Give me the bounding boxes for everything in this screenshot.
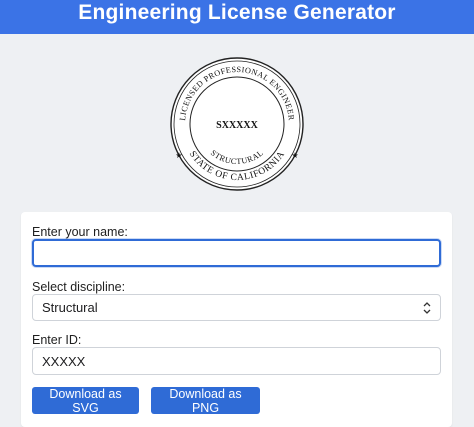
seal-id-text: SXXXXX bbox=[216, 120, 258, 131]
star-icon: ★ bbox=[175, 151, 182, 160]
name-label: Enter your name: bbox=[32, 225, 128, 239]
discipline-label: Select discipline: bbox=[32, 280, 126, 294]
license-form: Enter your name: Select discipline: Stru… bbox=[21, 212, 452, 427]
seal-graphic: LICENSED PROFESSIONAL ENGINEER STATE OF … bbox=[170, 57, 304, 191]
name-input[interactable] bbox=[32, 239, 441, 267]
id-input[interactable] bbox=[32, 347, 441, 375]
app-header: Engineering License Generator bbox=[0, 0, 474, 34]
star-icon: ★ bbox=[291, 151, 298, 160]
download-svg-button[interactable]: Download as SVG bbox=[32, 387, 139, 415]
discipline-selected-value: Structural bbox=[42, 300, 98, 315]
page-title: Engineering License Generator bbox=[78, 1, 396, 24]
discipline-select[interactable]: Structural bbox=[32, 294, 441, 321]
download-png-button[interactable]: Download as PNG bbox=[151, 387, 260, 415]
license-seal: LICENSED PROFESSIONAL ENGINEER STATE OF … bbox=[164, 56, 310, 192]
chevron-updown-icon bbox=[423, 302, 431, 314]
id-label: Enter ID: bbox=[32, 333, 82, 347]
